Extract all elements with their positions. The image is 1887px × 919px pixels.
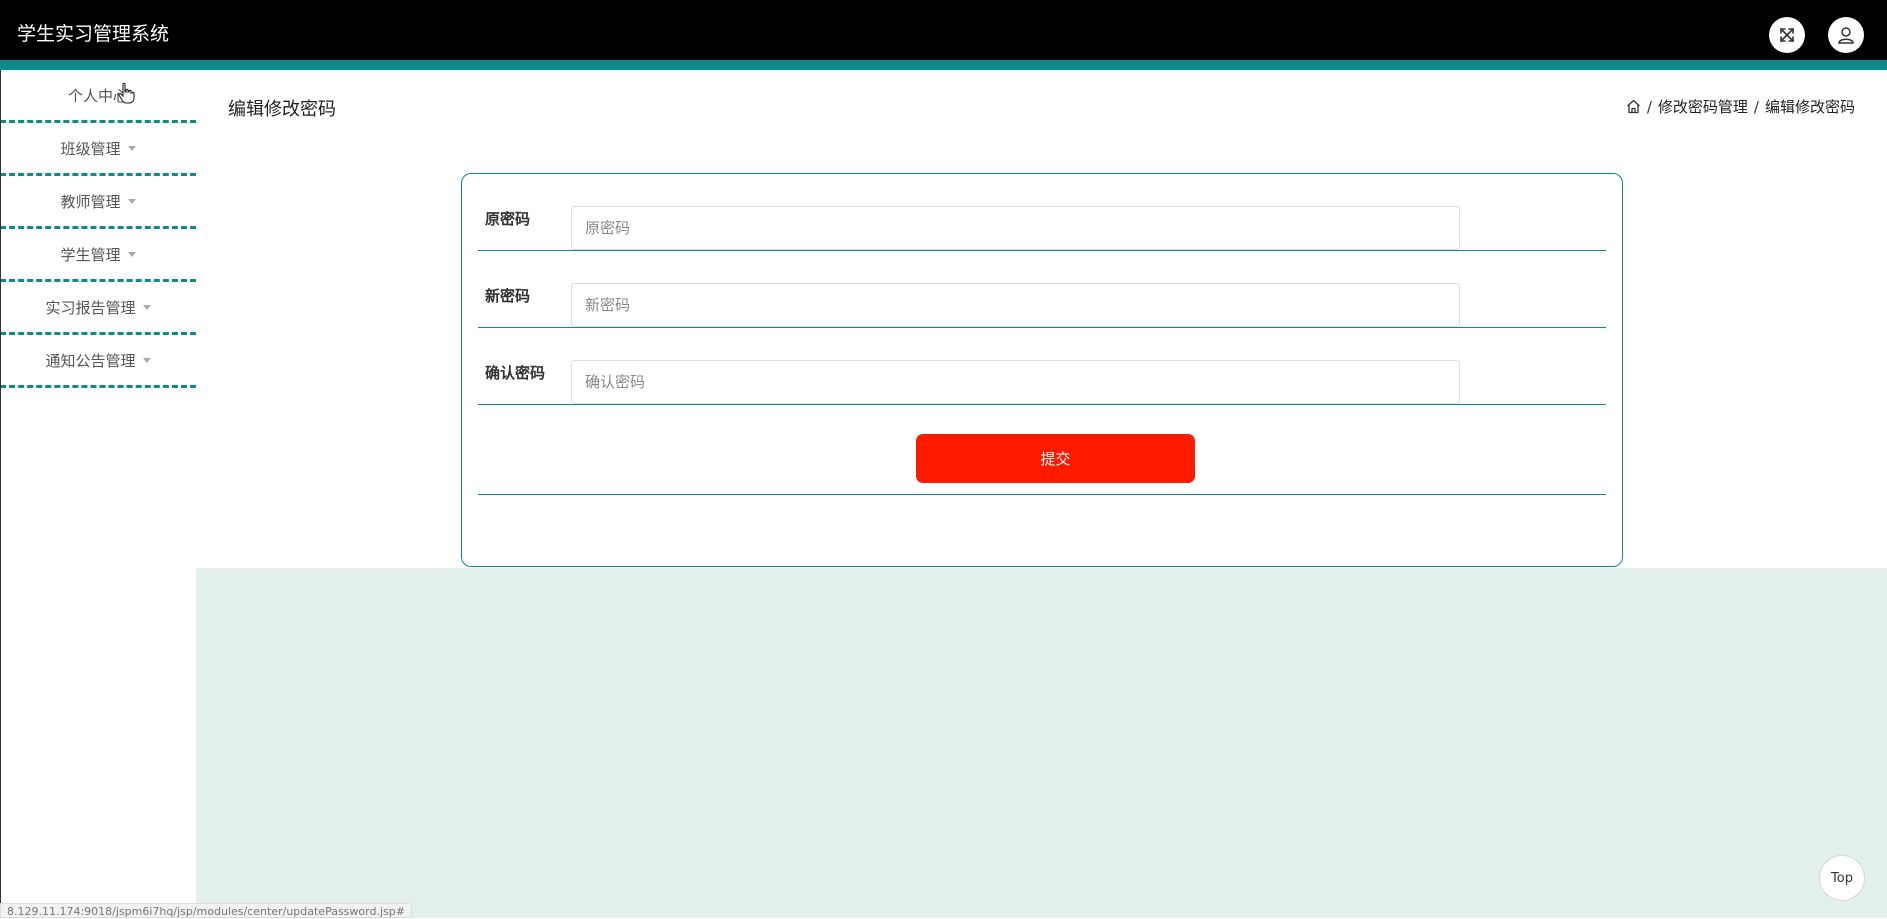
- new-password-label: 新密码: [485, 286, 531, 305]
- sidebar-item-label: 学生管理: [60, 245, 121, 264]
- sidebar-item-personal-center[interactable]: 个人中心: [0, 70, 196, 123]
- form-row-old-password: 原密码: [478, 174, 1606, 251]
- page-title: 编辑修改密码: [228, 99, 336, 120]
- chevron-down-icon: [127, 251, 136, 257]
- form-row-new-password: 新密码: [478, 251, 1606, 328]
- app-title: 学生实习管理系统: [17, 23, 170, 45]
- chevron-down-icon: [127, 145, 136, 151]
- form-row-confirm-password: 确认密码: [478, 328, 1606, 405]
- fullscreen-button[interactable]: [1769, 17, 1805, 53]
- new-password-input[interactable]: [571, 283, 1460, 327]
- content-background: [196, 568, 1887, 918]
- breadcrumb: / 修改密码管理 / 编辑修改密码: [1626, 96, 1855, 117]
- user-button[interactable]: [1828, 17, 1864, 53]
- user-icon: [1838, 27, 1854, 44]
- sidebar-item-class-management[interactable]: 班级管理: [0, 123, 196, 176]
- old-password-input[interactable]: [571, 206, 1460, 250]
- chevron-down-icon: [127, 198, 136, 204]
- confirm-password-input[interactable]: [571, 360, 1460, 404]
- submit-button[interactable]: 提交: [916, 434, 1195, 483]
- sidebar-item-student-management[interactable]: 学生管理: [0, 229, 196, 282]
- home-icon[interactable]: [1626, 99, 1641, 114]
- window-border: [0, 70, 1, 918]
- sidebar-item-label: 班级管理: [60, 139, 121, 158]
- sidebar-item-notice-management[interactable]: 通知公告管理: [0, 335, 196, 388]
- old-password-label: 原密码: [485, 209, 531, 228]
- header-accent-bar: [0, 60, 1887, 70]
- breadcrumb-separator: /: [1753, 97, 1759, 116]
- sidebar-item-label: 教师管理: [60, 192, 121, 211]
- sidebar-item-label: 实习报告管理: [45, 298, 136, 317]
- top-header: 学生实习管理系统: [0, 0, 1887, 60]
- form-row-submit: 提交: [478, 412, 1606, 495]
- sidebar-item-internship-report-management[interactable]: 实习报告管理: [0, 282, 196, 335]
- chevron-down-icon: [142, 357, 151, 363]
- password-form-card: 原密码 新密码 确认密码 提交: [461, 173, 1623, 567]
- fullscreen-icon: [1780, 28, 1794, 42]
- breadcrumb-item-password-management[interactable]: 修改密码管理: [1658, 96, 1748, 117]
- sidebar: 个人中心 班级管理 教师管理 学生管理 实习报告管理 通知公告管理: [0, 70, 196, 918]
- status-bar-url: 8.129.11.174:9018/jspm6i7hq/jsp/modules/…: [0, 903, 412, 918]
- sidebar-item-label: 通知公告管理: [45, 351, 136, 370]
- breadcrumb-item-edit-password: 编辑修改密码: [1764, 98, 1855, 116]
- sidebar-item-teacher-management[interactable]: 教师管理: [0, 176, 196, 229]
- confirm-password-label: 确认密码: [485, 363, 546, 382]
- back-to-top-button[interactable]: Top: [1819, 855, 1865, 901]
- chevron-down-icon: [142, 304, 151, 310]
- hand-pointer-cursor-icon: [118, 82, 135, 104]
- breadcrumb-separator: /: [1646, 97, 1652, 116]
